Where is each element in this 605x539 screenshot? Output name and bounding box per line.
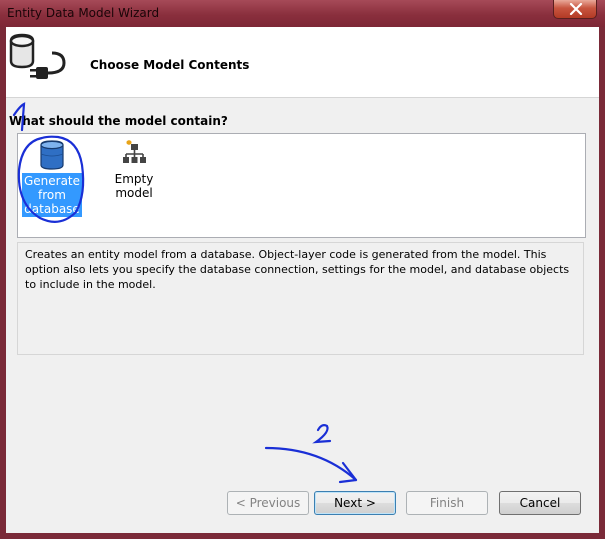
close-icon (569, 3, 583, 15)
option-label: Empty model (114, 172, 154, 200)
option-empty-model[interactable]: Empty model (94, 138, 174, 201)
cancel-button[interactable]: Cancel (499, 491, 581, 515)
previous-button[interactable]: < Previous (227, 491, 309, 515)
label-line: database (24, 202, 80, 216)
window-title: Entity Data Model Wizard (7, 6, 160, 20)
page-title: Choose Model Contents (90, 58, 250, 72)
database-plug-icon (9, 33, 66, 79)
label-line: from (38, 188, 66, 202)
model-options-list[interactable]: Generate from database Empty model (17, 133, 586, 238)
option-label: Generate from database (21, 173, 83, 217)
model-contents-question: What should the model contain? (9, 114, 228, 128)
wizard-window: Entity Data Model Wizard Choose Model Co… (0, 0, 605, 539)
finish-button[interactable]: Finish (406, 491, 488, 515)
next-button[interactable]: Next > (314, 491, 396, 515)
close-button[interactable] (553, 0, 597, 19)
option-description: Creates an entity model from a database.… (17, 242, 584, 355)
database-icon (40, 140, 64, 170)
label-line: Generate (23, 174, 81, 188)
title-bar[interactable]: Entity Data Model Wizard (0, 0, 605, 27)
wizard-header: Choose Model Contents (6, 27, 599, 98)
dialog-body: Choose Model Contents What should the mo… (6, 27, 599, 533)
hierarchy-icon (123, 140, 146, 163)
option-generate-from-database[interactable]: Generate from database (19, 138, 85, 217)
